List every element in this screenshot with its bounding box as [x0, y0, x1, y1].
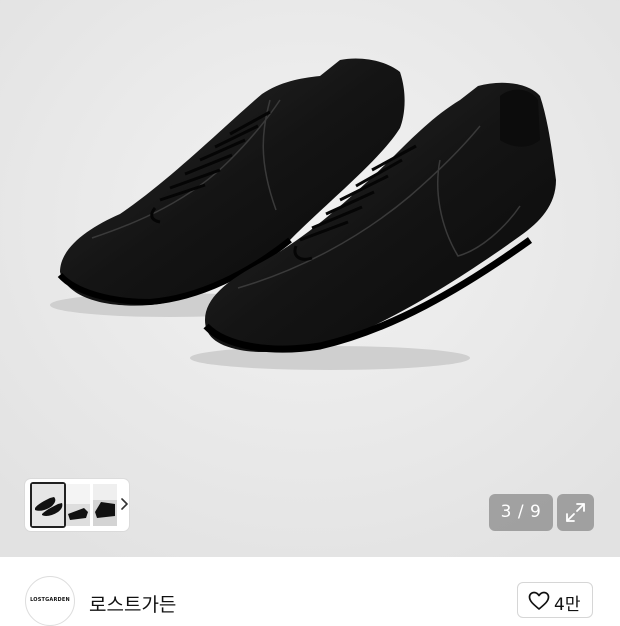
store-name[interactable]: 로스트가든: [89, 590, 176, 617]
store-info-bar: LOSTGARDEN 로스트가든 4만: [0, 557, 620, 626]
expand-button[interactable]: [557, 494, 594, 531]
like-button[interactable]: 4만: [517, 582, 593, 618]
thumbnail-strip[interactable]: [25, 479, 129, 531]
thumbnail-3[interactable]: [93, 484, 117, 526]
store-logo-text: LOSTGARDEN: [30, 597, 70, 603]
thumbnail-1[interactable]: [30, 482, 66, 528]
thumbnail-1-image: [32, 484, 64, 526]
product-photo-shoes: [0, 0, 620, 557]
like-count: 4만: [554, 595, 581, 615]
thumbnail-3-image: [93, 484, 117, 526]
chevron-right-icon[interactable]: [120, 492, 129, 516]
store-logo-avatar[interactable]: LOSTGARDEN: [25, 576, 75, 626]
thumbnail-2-image: [66, 484, 90, 526]
thumbnail-2[interactable]: [66, 484, 90, 526]
heart-icon: [528, 591, 550, 610]
image-counter: 3 / 9: [489, 494, 553, 531]
product-image-gallery[interactable]: 3 / 9: [0, 0, 620, 557]
expand-icon: [566, 503, 585, 522]
